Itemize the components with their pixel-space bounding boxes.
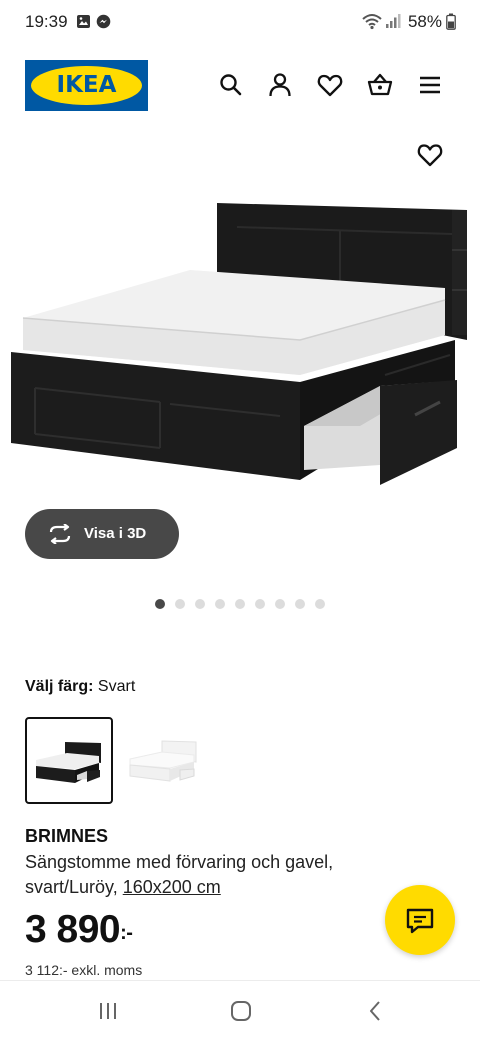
pagination-dot[interactable] [235,599,245,609]
color-swatch-black[interactable] [25,717,113,804]
pagination-dot[interactable] [155,599,165,609]
price-suffix: :- [120,922,133,944]
chat-button[interactable] [385,885,455,955]
ikea-logo[interactable]: IKEA [25,60,148,111]
product-image[interactable] [0,190,480,495]
logo-text: IKEA [56,72,117,98]
color-value: Svart [97,678,136,695]
wifi-icon [362,14,382,30]
pagination-dot[interactable] [215,599,225,609]
product-name: BRIMNES [25,826,109,846]
view-3d-label: Visa i 3D [84,525,147,542]
status-time: 19:39 [25,12,68,31]
color-selector-label: Välj färg: Svart [25,678,135,696]
account-icon[interactable] [266,71,294,99]
pagination-dot[interactable] [295,599,305,609]
signal-icon [386,14,401,28]
gallery-icon [77,15,90,28]
pagination-dot[interactable] [195,599,205,609]
add-to-favourites-icon[interactable] [416,142,444,168]
product-price: 3 890:- [25,908,133,952]
size-link[interactable]: 160x200 cm [123,877,221,897]
messenger-icon [96,14,111,29]
chat-icon [406,908,434,934]
system-nav-bar [0,980,480,1040]
basket-icon[interactable] [366,71,394,99]
product-description: Sängstomme med förvaring och gavel, svar… [25,850,405,900]
price-excl-vat: 3 112:- exkl. moms [25,962,143,978]
menu-icon[interactable] [416,71,444,99]
color-label: Välj färg: [25,678,94,695]
pagination-dot[interactable] [175,599,185,609]
price-value: 3 890 [25,908,121,951]
pagination-dot[interactable] [255,599,265,609]
logo-oval: IKEA [31,66,142,105]
search-icon[interactable] [217,71,245,99]
rotate-3d-icon [49,524,71,544]
heart-icon[interactable] [316,71,344,99]
battery-icon [446,13,456,30]
home-icon[interactable] [229,999,253,1023]
pagination-dot[interactable] [315,599,325,609]
recents-icon[interactable] [96,999,120,1023]
view-3d-button[interactable]: Visa i 3D [25,509,179,559]
white-bed-thumbnail [129,740,197,782]
battery-percent: 58% [407,12,442,31]
color-swatch-white[interactable] [122,717,210,804]
status-bar: 19:39 58% [0,0,480,44]
pagination-dot[interactable] [275,599,285,609]
back-icon[interactable] [364,999,388,1023]
site-header: IKEA [0,58,480,112]
black-bed-thumbnail [36,742,101,783]
